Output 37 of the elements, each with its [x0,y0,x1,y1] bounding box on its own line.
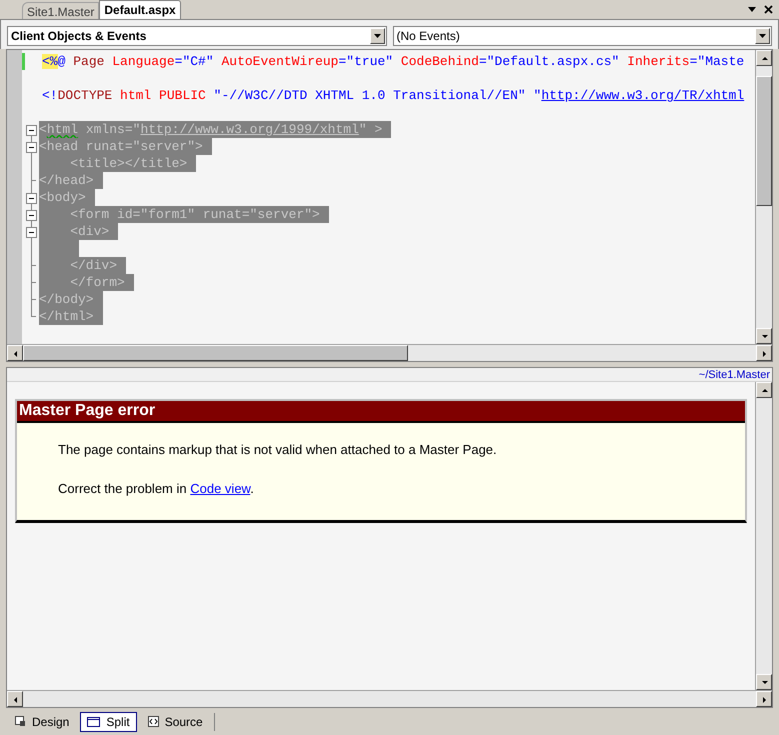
collapse-icon[interactable] [26,227,37,238]
collapse-icon[interactable] [26,142,37,153]
scroll-left-button[interactable] [7,691,23,707]
view-tab[interactable]: Split [80,712,137,732]
view-tab[interactable]: Source [140,712,210,732]
scroll-down-button[interactable] [756,328,772,344]
vertical-scrollbar[interactable] [755,50,772,344]
horizontal-scrollbar[interactable] [7,344,772,361]
design-view-icon [15,716,26,727]
event-dropdown[interactable]: (No Events) [392,26,772,46]
scroll-left-button[interactable] [7,345,23,361]
document-tab[interactable]: Default.aspx [99,0,181,19]
collapse-icon[interactable] [26,210,37,221]
view-tab[interactable]: Design [8,712,76,732]
event-dropdown[interactable]: Client Objects & Events [7,26,386,46]
scroll-down-button[interactable] [756,674,772,690]
close-icon[interactable] [764,5,773,14]
code-view-link[interactable]: Code view [190,480,250,496]
dropdown-icon[interactable] [748,7,756,12]
split-view-icon [87,716,100,726]
scroll-right-button[interactable] [756,691,772,707]
vertical-scrollbar[interactable] [755,382,772,690]
error-title: Master Page error [17,401,745,423]
scroll-up-button[interactable] [756,50,772,66]
source-view-icon [148,716,159,727]
collapse-icon[interactable] [26,125,37,136]
collapse-icon[interactable] [26,193,37,204]
document-tab[interactable]: Site1.Master [22,2,100,19]
scroll-right-button[interactable] [756,345,772,361]
error-message: The page contains markup that is not valid when attached to a Master Page. [58,441,498,459]
scroll-thumb[interactable] [756,76,772,206]
horizontal-scrollbar[interactable] [7,690,772,707]
scroll-thumb[interactable] [23,345,408,361]
scroll-up-button[interactable] [756,382,772,398]
code-line: <!DOCTYPE html PUBLIC "-//W3C//DTD XHTML 1.0 Transitional//EN" "http://www.w3.org/TR/xhtml [41,87,744,104]
fix-instruction: Correct the problem in Code view. [58,480,255,498]
master-page-path: ~/Site1.Master [698,368,770,381]
